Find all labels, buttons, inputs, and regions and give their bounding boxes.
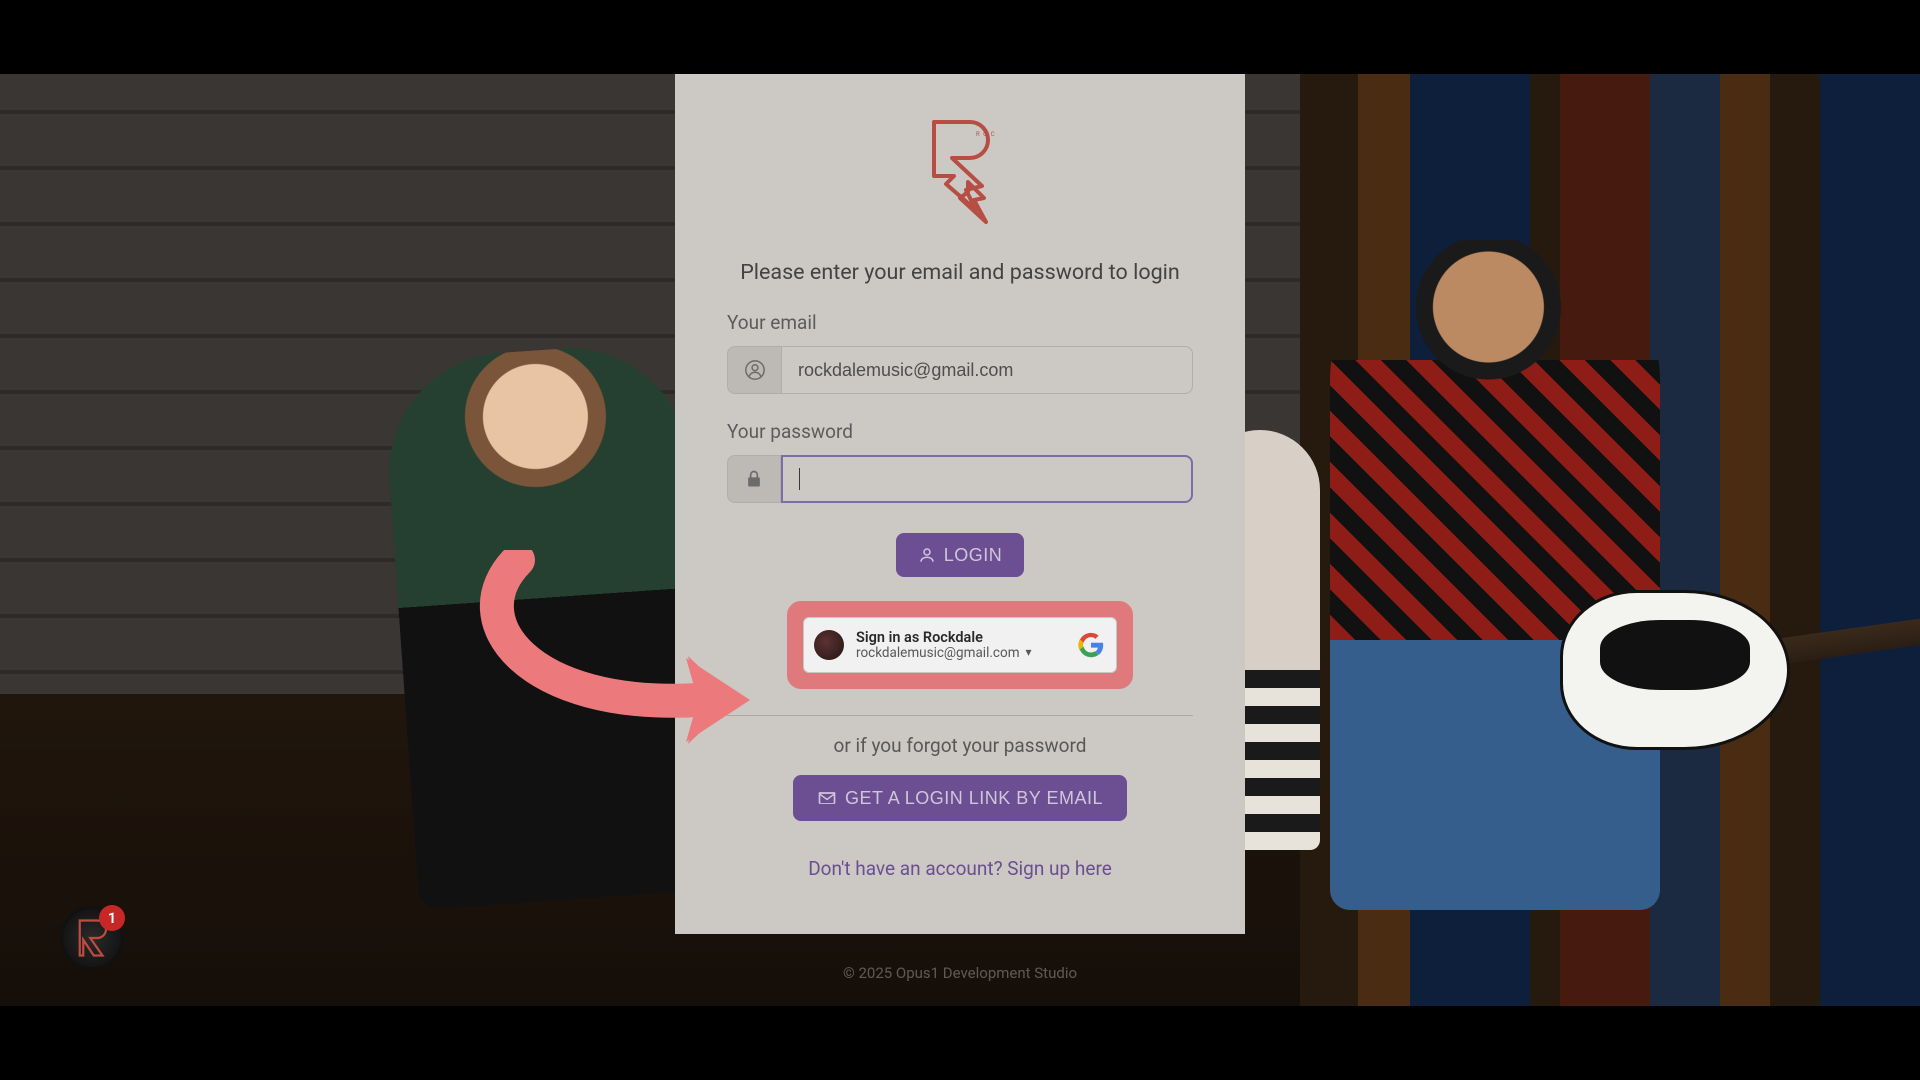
google-one-tap-text: Sign in as Rockdale rockdalemusic@gmail.… [856,630,1066,661]
lock-icon [727,455,781,503]
password-input-row [727,455,1193,503]
background-figure-left [381,340,719,910]
email-login-link-label: GET A LOGIN LINK BY EMAIL [845,788,1103,809]
email-input[interactable] [781,346,1193,394]
google-one-tap-email: rockdalemusic@gmail.com [856,646,1020,661]
google-logo-icon [1078,632,1104,658]
svg-text:R O C: R O C [976,131,996,138]
password-input[interactable] [781,455,1193,503]
notification-badge[interactable]: 1 [60,906,124,970]
login-button[interactable]: LOGIN [896,533,1025,577]
background-guitar [1560,560,1900,760]
chevron-down-icon: ▾ [1026,646,1032,659]
login-prompt: Please enter your email and password to … [727,260,1193,285]
footer-copyright: © 2025 Opus1 Development Studio [0,964,1920,982]
login-button-label: LOGIN [944,545,1003,566]
letterbox-bottom [0,1006,1920,1080]
google-account-avatar [814,630,844,660]
notification-count: 1 [99,905,125,931]
mail-icon [817,788,837,808]
letterbox-top [0,0,1920,74]
forgot-password-text: or if you forgot your password [727,734,1193,757]
signup-link[interactable]: Don't have an account? Sign up here [727,857,1193,880]
divider [727,715,1193,716]
google-one-tap-title: Sign in as Rockdale [856,630,1066,646]
email-label: Your email [727,311,1193,334]
text-caret [799,468,800,490]
user-circle-icon [727,346,781,394]
email-login-link-button[interactable]: GET A LOGIN LINK BY EMAIL [793,775,1127,821]
stage: 1 R O C Please enter your email and pass… [0,0,1920,1080]
google-one-tap-card[interactable]: Sign in as Rockdale rockdalemusic@gmail.… [803,617,1117,673]
login-card: R O C Please enter your email and passwo… [675,74,1245,934]
google-one-tap-highlight: Sign in as Rockdale rockdalemusic@gmail.… [787,601,1133,689]
password-label: Your password [727,420,1193,443]
email-input-row [727,346,1193,394]
brand-logo: R O C [919,116,1001,236]
person-icon [918,546,936,564]
